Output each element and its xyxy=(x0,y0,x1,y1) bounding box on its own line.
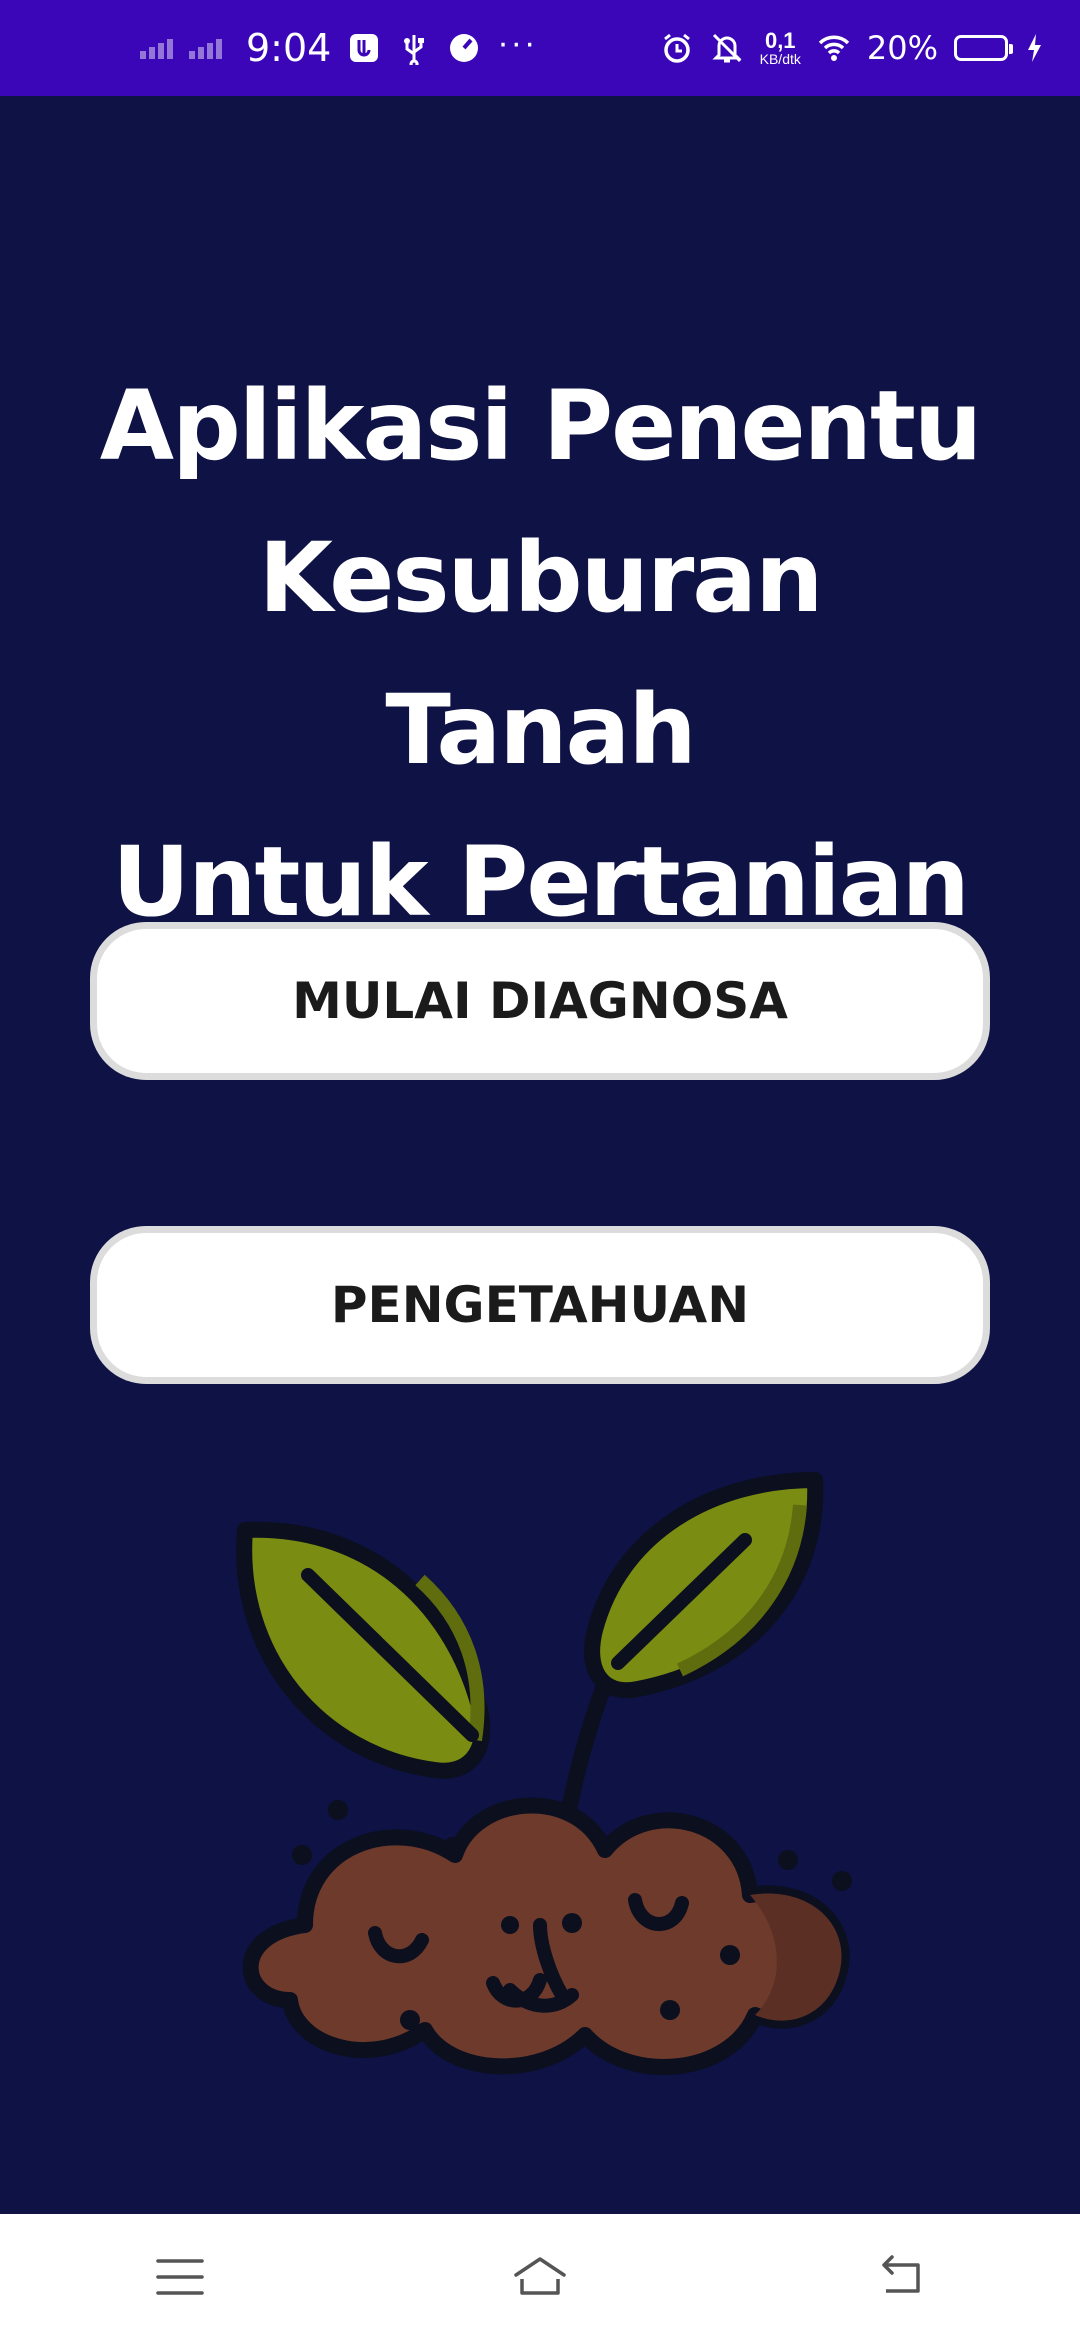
usb-icon xyxy=(397,31,431,65)
usb-debug-icon xyxy=(347,31,381,65)
status-bar: 9:04 ··· 0,1 KB/dtk 20% xyxy=(0,0,1080,96)
app-title-line: Kesuburan Tanah xyxy=(258,522,824,786)
network-speed-unit: KB/dtk xyxy=(759,51,801,67)
sprout-illustration xyxy=(236,1472,852,2076)
signal-icon xyxy=(189,37,222,59)
right-leaf xyxy=(584,1472,824,1699)
back-icon[interactable] xyxy=(860,2237,940,2317)
speedometer-icon xyxy=(447,31,481,65)
left-leaf xyxy=(236,1521,491,1779)
signal-icon xyxy=(140,37,173,59)
home-icon[interactable] xyxy=(500,2237,580,2317)
network-speed: 0,1 KB/dtk xyxy=(759,28,801,67)
bell-off-icon xyxy=(710,31,744,65)
alarm-icon xyxy=(660,31,694,65)
more-notifications-icon: ··· xyxy=(497,23,538,62)
app-title: Aplikasi Penentu Kesuburan Tanah Untuk P… xyxy=(90,350,990,958)
charging-icon xyxy=(1024,31,1044,65)
status-bar-right: 0,1 KB/dtk 20% xyxy=(660,29,1044,67)
status-time: 9:04 xyxy=(246,26,332,70)
app-title-line: Aplikasi Penentu xyxy=(99,370,982,482)
status-bar-left: 9:04 ··· xyxy=(140,23,538,70)
network-speed-value: 0,1 xyxy=(764,28,796,53)
battery-icon xyxy=(954,35,1013,61)
knowledge-button[interactable]: PENGETAHUAN xyxy=(90,1226,990,1384)
system-nav-bar xyxy=(0,2214,1080,2340)
start-diagnosis-button[interactable]: MULAI DIAGNOSA xyxy=(90,922,990,1080)
battery-percent: 20% xyxy=(866,29,938,67)
menu-icon[interactable] xyxy=(140,2237,220,2317)
wifi-icon xyxy=(817,31,851,65)
